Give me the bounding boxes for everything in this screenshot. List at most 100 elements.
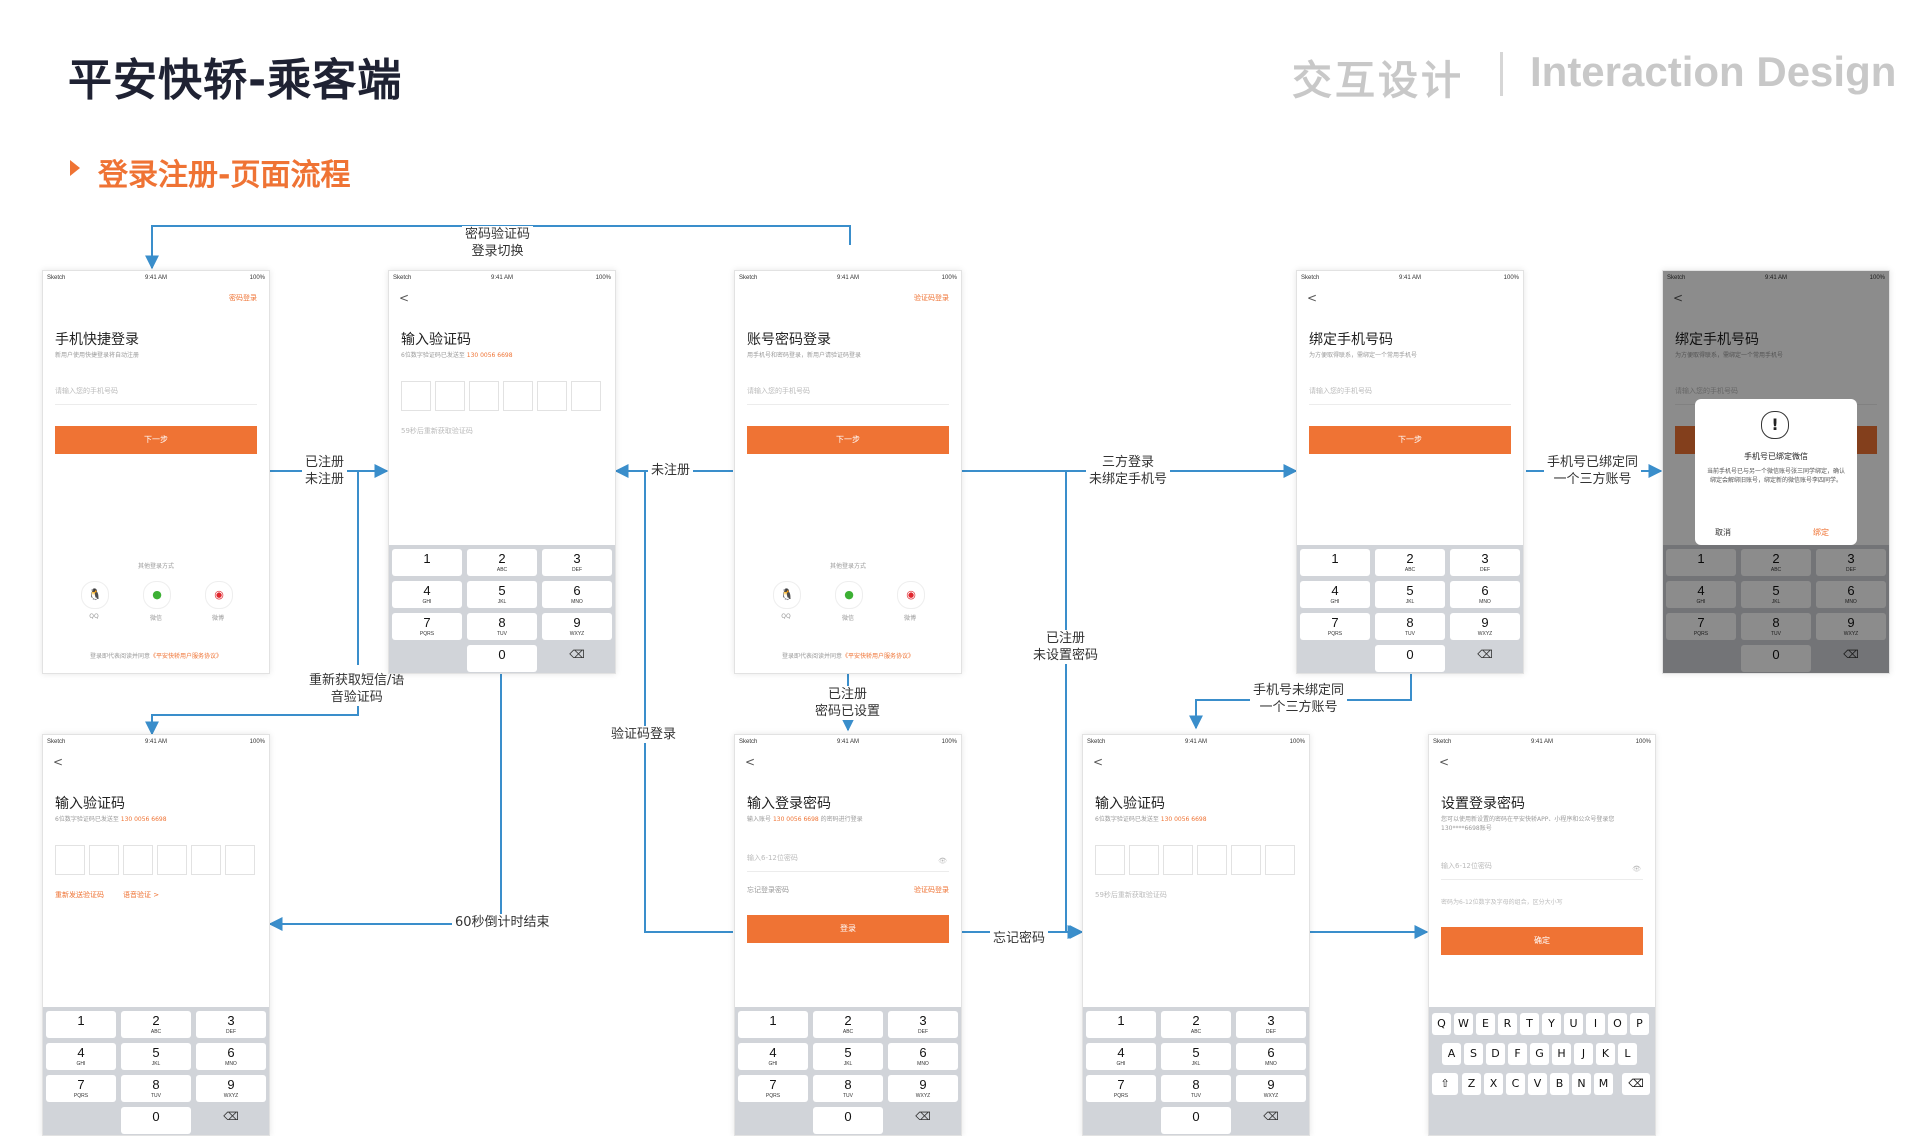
keypad-key[interactable]: 8 TUV: [1375, 613, 1445, 640]
keypad-key[interactable]: 1: [46, 1011, 116, 1038]
delete-key-icon[interactable]: ⌫: [196, 1107, 266, 1134]
code-login-link[interactable]: 验证码登录: [914, 293, 949, 303]
bind-button[interactable]: 绑定: [1813, 527, 1829, 538]
keyboard-key[interactable]: R: [1498, 1013, 1517, 1035]
keyboard-key[interactable]: V: [1528, 1073, 1547, 1095]
keyboard-key[interactable]: A: [1442, 1043, 1461, 1065]
code-box[interactable]: [469, 381, 499, 411]
login-button[interactable]: 登录: [747, 915, 949, 943]
code-box[interactable]: [1265, 845, 1295, 875]
keypad-key[interactable]: 8 TUV: [121, 1075, 191, 1102]
phone-input[interactable]: 请输入您的手机号码: [1309, 386, 1511, 405]
wechat-icon[interactable]: ●: [835, 581, 863, 609]
resend-link[interactable]: 重新发送验证码: [55, 890, 104, 900]
back-icon[interactable]: <: [399, 291, 409, 305]
keypad-key[interactable]: 4 GHI: [738, 1043, 808, 1070]
code-box[interactable]: [571, 381, 601, 411]
delete-key-icon[interactable]: ⌫: [1236, 1107, 1306, 1134]
keypad-key[interactable]: 8 TUV: [1741, 613, 1811, 640]
keypad-key[interactable]: 9 WXYZ: [888, 1075, 958, 1102]
keyboard-key[interactable]: U: [1564, 1013, 1583, 1035]
keypad-key[interactable]: 0: [121, 1107, 191, 1134]
shift-key-icon[interactable]: ⇧: [1432, 1073, 1458, 1095]
keypad-key[interactable]: 0: [813, 1107, 883, 1134]
keypad-key[interactable]: 2 ABC: [467, 549, 537, 576]
code-box[interactable]: [1231, 845, 1261, 875]
keyboard-key[interactable]: E: [1476, 1013, 1495, 1035]
keypad-key[interactable]: 4 GHI: [392, 581, 462, 608]
keyboard-key[interactable]: W: [1454, 1013, 1473, 1035]
keyboard-key[interactable]: I: [1586, 1013, 1605, 1035]
keypad-key[interactable]: 2 ABC: [1375, 549, 1445, 576]
keypad-key[interactable]: 3 DEF: [196, 1011, 266, 1038]
keypad-key[interactable]: 2 ABC: [1161, 1011, 1231, 1038]
delete-key-icon[interactable]: ⌫: [542, 645, 612, 672]
keyboard-key[interactable]: Y: [1542, 1013, 1561, 1035]
keypad-key[interactable]: 8 TUV: [467, 613, 537, 640]
keypad-key[interactable]: 7 PQRS: [1300, 613, 1370, 640]
code-box[interactable]: [401, 381, 431, 411]
code-box[interactable]: [157, 845, 187, 875]
code-box[interactable]: [435, 381, 465, 411]
keypad-key[interactable]: 6 MNO: [542, 581, 612, 608]
password-input[interactable]: 输入6-12位密码 👁: [747, 853, 949, 872]
keypad-key[interactable]: 3 DEF: [1450, 549, 1520, 576]
back-icon[interactable]: <: [1307, 291, 1317, 305]
keypad-key[interactable]: 6 MNO: [888, 1043, 958, 1070]
code-box[interactable]: [1129, 845, 1159, 875]
keypad-key[interactable]: 8 TUV: [1161, 1075, 1231, 1102]
keypad-key[interactable]: 5 JKL: [121, 1043, 191, 1070]
qq-icon[interactable]: 🐧: [773, 581, 801, 609]
weibo-icon[interactable]: ◉: [205, 581, 233, 609]
code-box[interactable]: [1095, 845, 1125, 875]
keypad-key[interactable]: 7 PQRS: [46, 1075, 116, 1102]
keypad-key[interactable]: 2 ABC: [813, 1011, 883, 1038]
keyboard-key[interactable]: O: [1608, 1013, 1627, 1035]
keypad-key[interactable]: 3 DEF: [888, 1011, 958, 1038]
keyboard-key[interactable]: B: [1550, 1073, 1569, 1095]
keypad-key[interactable]: 4 GHI: [1666, 581, 1736, 608]
code-box[interactable]: [55, 845, 85, 875]
code-box[interactable]: [1197, 845, 1227, 875]
keypad-key[interactable]: 1: [1086, 1011, 1156, 1038]
code-login-link[interactable]: 验证码登录: [914, 885, 949, 895]
next-button[interactable]: 下一步: [1309, 426, 1511, 454]
keypad-key[interactable]: 4 GHI: [46, 1043, 116, 1070]
keypad-key[interactable]: 9 WXYZ: [196, 1075, 266, 1102]
keyboard-key[interactable]: T: [1520, 1013, 1539, 1035]
next-button[interactable]: 下一步: [55, 426, 257, 454]
code-box[interactable]: [503, 381, 533, 411]
keyboard-key[interactable]: D: [1486, 1043, 1505, 1065]
keyboard-key[interactable]: Z: [1462, 1073, 1481, 1095]
keypad-key[interactable]: 0: [1741, 645, 1811, 672]
keypad-key[interactable]: 9 WXYZ: [1816, 613, 1886, 640]
keypad-key[interactable]: 0: [1375, 645, 1445, 672]
keypad-key[interactable]: 6 MNO: [196, 1043, 266, 1070]
delete-key-icon[interactable]: ⌫: [888, 1107, 958, 1134]
keypad-key[interactable]: 9 WXYZ: [1450, 613, 1520, 640]
voice-verify-link[interactable]: 语音验证 >: [123, 890, 159, 900]
keypad-key[interactable]: 1: [738, 1011, 808, 1038]
keyboard-key[interactable]: H: [1552, 1043, 1571, 1065]
keyboard-key[interactable]: J: [1574, 1043, 1593, 1065]
keypad-key[interactable]: 3 DEF: [542, 549, 612, 576]
weibo-icon[interactable]: ◉: [897, 581, 925, 609]
backspace-key-icon[interactable]: ⌫: [1622, 1073, 1650, 1095]
forgot-password-link[interactable]: 忘记登录密码: [747, 885, 789, 895]
back-icon[interactable]: <: [745, 755, 755, 769]
code-box[interactable]: [225, 845, 255, 875]
password-login-link[interactable]: 密码登录: [229, 293, 257, 303]
keyboard-key[interactable]: P: [1630, 1013, 1649, 1035]
keypad-key[interactable]: 2 ABC: [1741, 549, 1811, 576]
qq-icon[interactable]: 🐧: [81, 581, 109, 609]
password-input[interactable]: 输入6-12位密码 👁: [1441, 861, 1643, 880]
keypad-key[interactable]: 1: [1666, 549, 1736, 576]
code-box[interactable]: [89, 845, 119, 875]
keypad-key[interactable]: 5 JKL: [813, 1043, 883, 1070]
wechat-icon[interactable]: ●: [143, 581, 171, 609]
keypad-key[interactable]: 6 MNO: [1450, 581, 1520, 608]
eye-icon[interactable]: 👁: [938, 857, 947, 865]
keypad-key[interactable]: 7 PQRS: [1666, 613, 1736, 640]
confirm-button[interactable]: 确定: [1441, 927, 1643, 955]
back-icon[interactable]: <: [1439, 755, 1449, 769]
